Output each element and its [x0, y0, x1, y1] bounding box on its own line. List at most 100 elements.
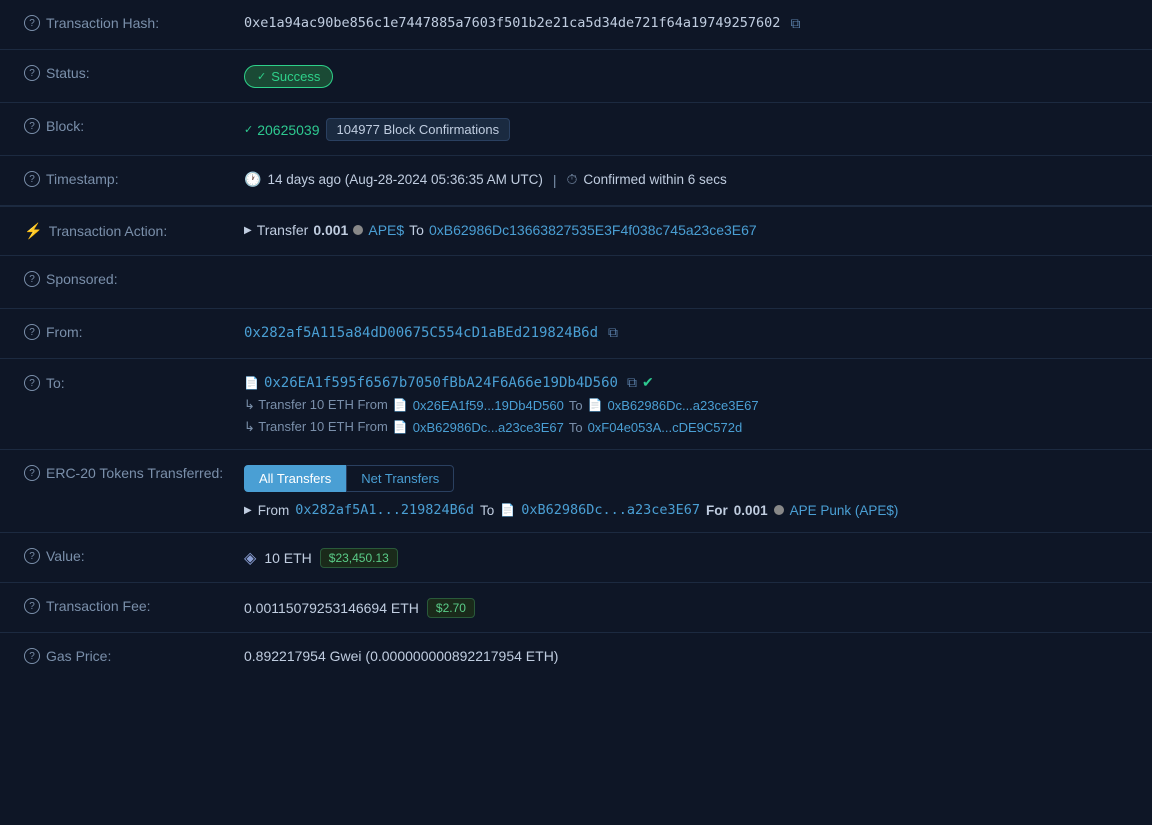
- erc20-to-addr[interactable]: 0xB62986Dc...a23ce3E67: [521, 502, 700, 518]
- help-icon-tx-hash[interactable]: ?: [24, 15, 40, 31]
- help-icon-timestamp[interactable]: ?: [24, 171, 40, 187]
- help-icon-sponsored[interactable]: ?: [24, 271, 40, 287]
- label-gas-price: ? Gas Price:: [24, 647, 244, 664]
- value-transaction-hash: 0xe1a94ac90be856c1e7447885a7603f501b2e21…: [244, 14, 1128, 32]
- transfer-to-label-1: To: [569, 398, 583, 413]
- row-to: ? To: 📄 0x26EA1f595f6567b7050fBbA24F6A66…: [0, 359, 1152, 450]
- erc20-amount: 0.001: [734, 503, 768, 518]
- to-address-link[interactable]: 0x26EA1f595f6567b7050fBbA24F6A66e19Db4D5…: [264, 375, 618, 391]
- to-transfer-row-2: ↳ Transfer 10 ETH From 📄 0xB62986Dc...a2…: [244, 419, 742, 435]
- help-icon-block[interactable]: ?: [24, 118, 40, 134]
- tx-hash-value: 0xe1a94ac90be856c1e7447885a7603f501b2e21…: [244, 15, 780, 31]
- tab-all-transfers[interactable]: All Transfers: [244, 465, 346, 492]
- row-transaction-fee: ? Transaction Fee: 0.00115079253146694 E…: [0, 583, 1152, 633]
- copy-tx-hash-icon[interactable]: ⧉: [790, 15, 800, 32]
- help-icon-status[interactable]: ?: [24, 65, 40, 81]
- value-transaction-action: ▶ Transfer 0.001 APE$ To 0xB62986Dc13663…: [244, 221, 1128, 238]
- transfer-to-addr-2[interactable]: 0xF04e053A...cDE9C572d: [588, 420, 743, 435]
- erc20-to-label: To: [480, 503, 494, 518]
- transfer-prefix-1: ↳ Transfer 10 ETH From: [244, 397, 388, 413]
- label-sponsored: ? Sponsored:: [24, 270, 244, 287]
- contract-icon-to: 📄: [244, 376, 259, 390]
- label-transaction-fee: ? Transaction Fee:: [24, 597, 244, 614]
- help-icon-to[interactable]: ?: [24, 375, 40, 391]
- tx-action-to-address[interactable]: 0xB62986Dc13663827535E3F4f038c745a23ce3E…: [429, 222, 757, 238]
- tx-action-transfer-label: Transfer: [257, 222, 309, 238]
- to-transfer-row-1: ↳ Transfer 10 ETH From 📄 0x26EA1f59...19…: [244, 397, 759, 413]
- erc20-arrow: ▶: [244, 505, 252, 516]
- value-sponsored: [244, 270, 1128, 294]
- tx-action-arrow: ▶: [244, 225, 252, 236]
- tx-action-to-label: To: [409, 222, 424, 238]
- erc20-for-label: For: [706, 503, 728, 518]
- row-timestamp: ? Timestamp: 🕐 14 days ago (Aug-28-2024 …: [0, 156, 1152, 206]
- transfer-from-addr-1[interactable]: 0x26EA1f59...19Db4D560: [413, 398, 564, 413]
- timestamp-separator: |: [553, 172, 557, 188]
- erc20-tab-bar: All Transfers Net Transfers: [244, 465, 454, 492]
- help-icon-value[interactable]: ?: [24, 548, 40, 564]
- erc20-from-label: From: [258, 503, 290, 518]
- row-erc20: ? ERC-20 Tokens Transferred: All Transfe…: [0, 450, 1152, 533]
- confirmed-icon: ⏱: [567, 171, 578, 188]
- lightning-icon: ⚡: [24, 222, 43, 240]
- row-sponsored: ? Sponsored:: [0, 256, 1152, 309]
- value-status: Success: [244, 64, 1128, 88]
- label-erc20: ? ERC-20 Tokens Transferred:: [24, 464, 244, 481]
- eth-amount: 10 ETH: [264, 550, 311, 566]
- help-icon-from[interactable]: ?: [24, 324, 40, 340]
- value-transaction-fee: 0.00115079253146694 ETH $2.70: [244, 597, 1128, 618]
- from-address-link[interactable]: 0x282af5A115a84dD00675C554cD1aBEd219824B…: [244, 325, 598, 341]
- erc20-token-name-link[interactable]: APE Punk (APE$): [790, 503, 899, 518]
- label-timestamp: ? Timestamp:: [24, 170, 244, 187]
- transfer-to-label-2: To: [569, 420, 583, 435]
- label-transaction-action: ⚡ Transaction Action:: [24, 221, 244, 240]
- confirmed-text: Confirmed within 6 secs: [583, 172, 726, 187]
- copy-to-address-icon[interactable]: ⧉: [627, 374, 637, 391]
- help-icon-gas-price[interactable]: ?: [24, 648, 40, 664]
- label-value: ? Value:: [24, 547, 244, 564]
- value-block: 20625039 104977 Block Confirmations: [244, 117, 1128, 141]
- label-to: ? To:: [24, 373, 244, 391]
- row-transaction-action: ⚡ Transaction Action: ▶ Transfer 0.001 A…: [0, 206, 1152, 256]
- value-from: 0x282af5A115a84dD00675C554cD1aBEd219824B…: [244, 323, 1128, 341]
- tx-fee-amount: 0.00115079253146694 ETH: [244, 600, 419, 616]
- status-badge: Success: [244, 65, 333, 88]
- block-confirmations-badge: 104977 Block Confirmations: [326, 118, 511, 141]
- row-transaction-hash: ? Transaction Hash: 0xe1a94ac90be856c1e7…: [0, 0, 1152, 50]
- row-gas-price: ? Gas Price: 0.892217954 Gwei (0.0000000…: [0, 633, 1152, 683]
- copy-from-address-icon[interactable]: ⧉: [608, 324, 618, 341]
- transfer-prefix-2: ↳ Transfer 10 ETH From: [244, 419, 388, 435]
- gas-price-value: 0.892217954 Gwei (0.000000000892217954 E…: [244, 648, 558, 664]
- help-icon-erc20[interactable]: ?: [24, 465, 40, 481]
- transfer-from-addr-2[interactable]: 0xB62986Dc...a23ce3E67: [413, 420, 564, 435]
- timestamp-text: 14 days ago (Aug-28-2024 05:36:35 AM UTC…: [267, 172, 542, 187]
- row-block: ? Block: 20625039 104977 Block Confirmat…: [0, 103, 1152, 156]
- transaction-detail-page: ? Transaction Hash: 0xe1a94ac90be856c1e7…: [0, 0, 1152, 683]
- clock-icon: 🕐: [244, 171, 261, 188]
- transfer-to-addr-1[interactable]: 0xB62986Dc...a23ce3E67: [608, 398, 759, 413]
- erc20-token-dot: [774, 505, 784, 515]
- ape-token-link[interactable]: APE$: [368, 222, 404, 238]
- tx-fee-usd-badge: $2.70: [427, 598, 475, 618]
- row-from: ? From: 0x282af5A115a84dD00675C554cD1aBE…: [0, 309, 1152, 359]
- block-number-link[interactable]: 20625039: [244, 122, 320, 138]
- tx-action-amount: 0.001: [313, 222, 348, 238]
- to-verified-icon: ✔: [642, 374, 654, 391]
- label-status: ? Status:: [24, 64, 244, 81]
- help-icon-tx-fee[interactable]: ?: [24, 598, 40, 614]
- row-value: ? Value: ◈ 10 ETH $23,450.13: [0, 533, 1152, 583]
- label-block: ? Block:: [24, 117, 244, 134]
- row-status: ? Status: Success: [0, 50, 1152, 103]
- ape-dot-icon: [353, 225, 363, 235]
- value-timestamp: 🕐 14 days ago (Aug-28-2024 05:36:35 AM U…: [244, 170, 1128, 188]
- value-erc20: All Transfers Net Transfers ▶ From 0x282…: [244, 464, 1128, 518]
- contract-icon-from1: 📄: [393, 398, 408, 412]
- erc20-from-addr[interactable]: 0x282af5A1...219824B6d: [295, 502, 474, 518]
- erc20-contract-icon: 📄: [500, 503, 515, 517]
- tab-net-transfers[interactable]: Net Transfers: [346, 465, 454, 492]
- eth-icon: ◈: [244, 548, 256, 568]
- label-from: ? From:: [24, 323, 244, 340]
- erc20-transfer-line: ▶ From 0x282af5A1...219824B6d To 📄 0xB62…: [244, 502, 898, 518]
- value-gas-price: 0.892217954 Gwei (0.000000000892217954 E…: [244, 647, 1128, 664]
- contract-icon-to1: 📄: [588, 398, 603, 412]
